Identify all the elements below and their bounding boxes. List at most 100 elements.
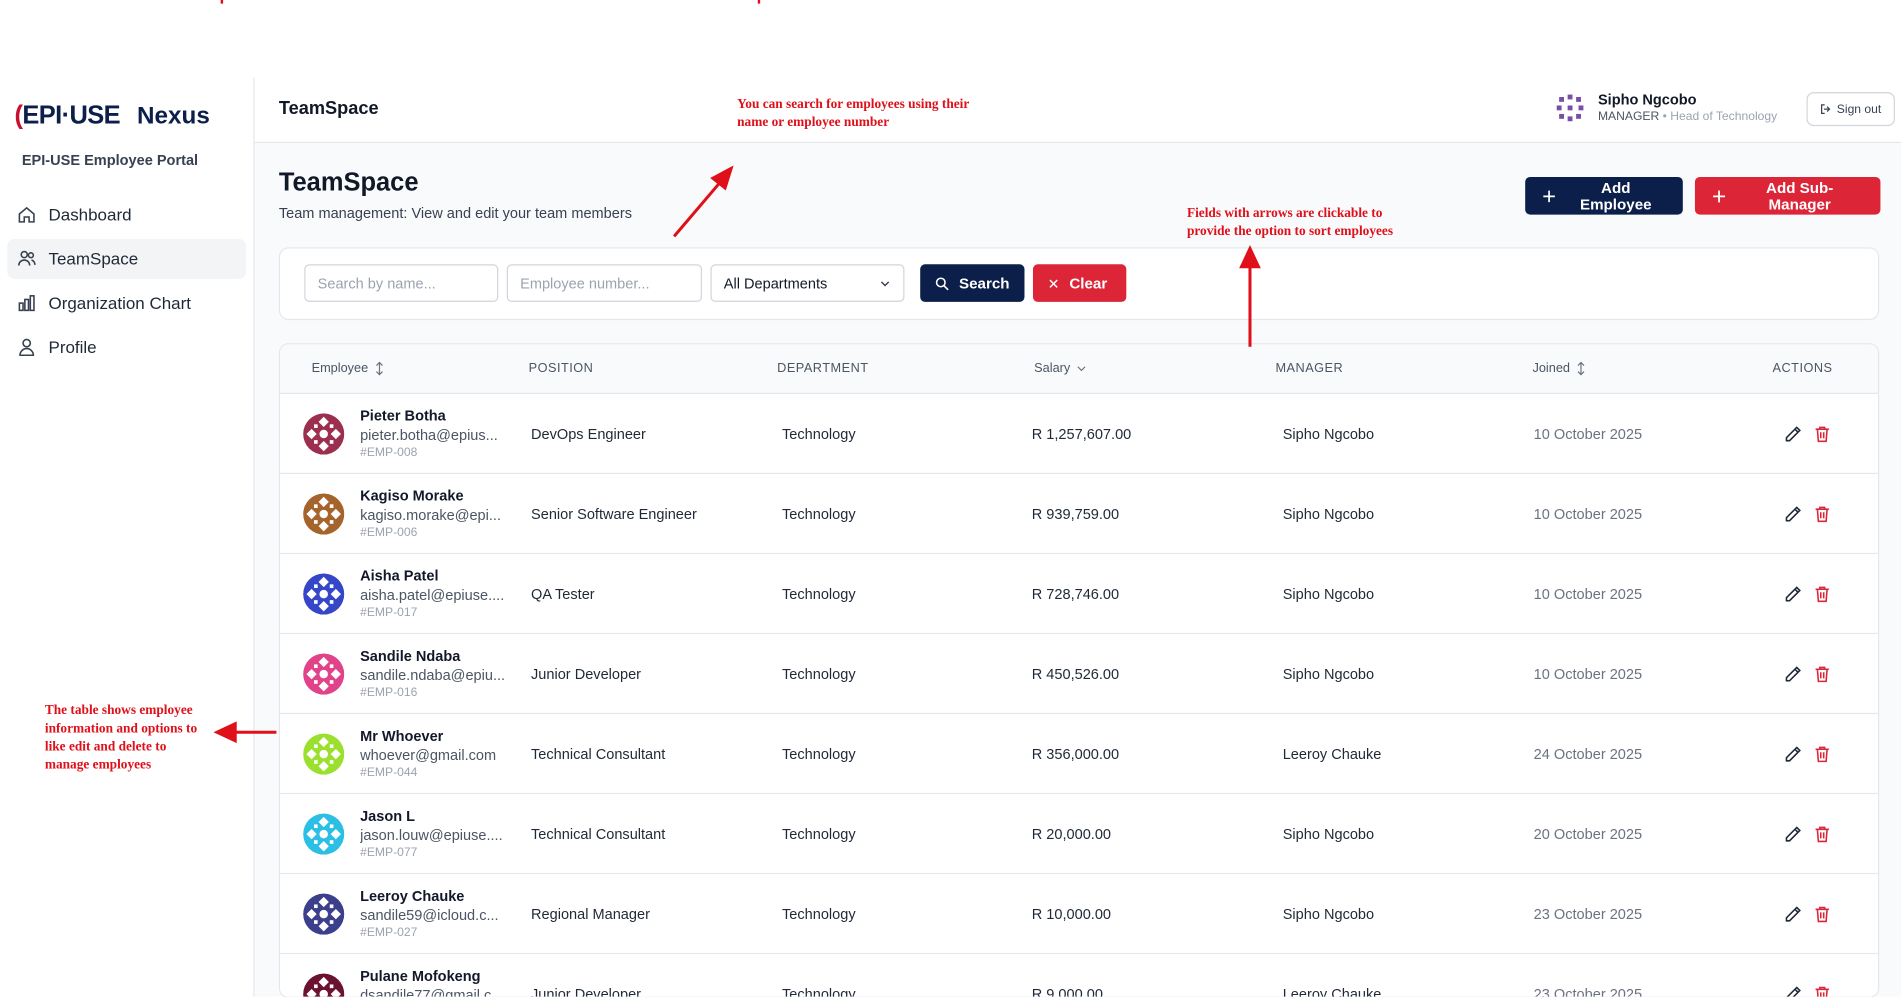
employee-department: Technology [781,825,856,843]
employee-joined: 10 October 2025 [1533,585,1643,603]
annotation-line: The table shows employee [44,703,193,718]
sort-salary-header[interactable]: Salary [1034,361,1087,376]
edit-icon[interactable] [1783,824,1802,843]
search-name-input[interactable]: Search by name... [304,264,499,302]
annotation-dot [220,0,224,4]
employee-position: Technical Consultant [531,745,666,763]
filter-bar: Search by name... Employee number... All… [278,247,1880,321]
sidebar-item-teamspace[interactable]: TeamSpace [7,238,247,279]
header-label: Joined [1532,361,1571,376]
sidebar-item-dashboard[interactable]: Dashboard [7,194,246,234]
edit-icon[interactable] [1783,584,1802,603]
sort-employee-header[interactable]: Employee [312,361,386,376]
department-select-value: All Departments [723,274,828,292]
portal-subtitle: EPI-USE Employee Portal [21,151,199,169]
employee-salary: R 9,000.00 [1031,985,1103,997]
employee-name: Pulane Mofokeng [360,967,481,985]
add-employee-button[interactable]: Add Employee [1525,177,1683,215]
employee-joined: 20 October 2025 [1533,825,1643,843]
employee-name: Jason L [360,807,416,825]
sign-out-button[interactable]: Sign out [1806,92,1895,127]
sign-out-label: Sign out [1836,102,1882,116]
employee-salary: R 10,000.00 [1031,905,1112,923]
topbar: TeamSpace Sipho Ngcobo MANAGER • Head of… [254,77,1901,144]
user-role: MANAGER [1597,110,1660,124]
department-header: DEPARTMENT [777,361,869,376]
sidebar-item-profile[interactable]: Profile [7,327,246,367]
employee-department: Technology [781,585,856,603]
table-header: Employee POSITION DEPARTMENT Salary MANA… [280,344,1879,395]
delete-icon[interactable] [1813,584,1832,603]
annotation-line: provide the option to sort employees [1186,224,1394,239]
edit-icon[interactable] [1783,904,1802,923]
department-select[interactable]: All Departments [710,264,905,302]
employee-manager: Sipho Ngcobo [1282,505,1375,523]
chevron-down-icon [1077,366,1086,372]
employee-email: aisha.patel@epiuse.... [360,586,505,604]
edit-icon[interactable] [1783,664,1802,683]
employee-position: Regional Manager [531,905,650,923]
employee-email: sandile.ndaba@epiu... [360,666,506,684]
employee-manager: Leeroy Chauke [1282,985,1382,997]
position-header: POSITION [528,361,594,376]
search-button[interactable]: Search [920,264,1025,302]
employee-manager: Leeroy Chauke [1282,745,1382,763]
employee-position: Senior Software Engineer [531,505,697,523]
delete-icon[interactable] [1813,824,1832,843]
search-annotation: You can search for employees using their… [737,96,969,132]
sidebar-item-label: Profile [48,337,97,357]
edit-icon[interactable] [1783,504,1802,523]
delete-icon[interactable] [1813,504,1832,523]
sidebar-item-label: Dashboard [48,204,132,224]
employee-number-input[interactable]: Employee number... [506,264,702,302]
employee-id: #EMP-016 [360,686,418,700]
employee-position: Junior Developer [531,665,642,683]
edit-icon[interactable] [1783,984,1802,997]
clear-label: Clear [1069,274,1108,292]
clear-button[interactable]: Clear [1032,264,1127,302]
employee-table: Employee POSITION DEPARTMENT Salary MANA… [278,343,1880,997]
employee-position: DevOps Engineer [531,425,646,443]
sidebar-item-label: TeamSpace [48,248,139,268]
sidebar-item-organization-chart[interactable]: Organization Chart [7,282,246,322]
edit-icon[interactable] [1783,424,1802,443]
employee-salary: R 356,000.00 [1031,745,1120,763]
employee-salary: R 728,746.00 [1031,585,1120,603]
user-icon [17,337,36,357]
employee-joined: 23 October 2025 [1533,985,1643,997]
employee-email: sandile59@icloud.c... [360,906,499,924]
company-logo: (EPI·USE [15,102,121,131]
employee-name: Aisha Patel [360,567,439,585]
employee-manager: Sipho Ngcobo [1282,585,1375,603]
employee-name: Mr Whoever [360,727,444,745]
edit-icon[interactable] [1783,744,1802,763]
table-row: Jason L jason.louw@epiuse.... #EMP-077 T… [280,794,1879,875]
user-info: Sipho Ngcobo MANAGER • Head of Technolog… [1554,91,1777,124]
delete-icon[interactable] [1813,664,1832,683]
employee-manager: Sipho Ngcobo [1282,665,1375,683]
page-title: TeamSpace [278,168,419,197]
add-sub-manager-button[interactable]: Add Sub-Manager [1694,177,1881,215]
table-annotation: The table shows employee information and… [45,702,197,775]
search-icon [935,276,949,290]
users-icon [17,249,36,268]
delete-icon[interactable] [1813,744,1832,763]
sort-icon [1577,361,1585,376]
employee-name: Pieter Botha [360,407,446,425]
topbar-title: TeamSpace [278,98,379,119]
employee-name: Kagiso Morake [360,487,464,505]
employee-department: Technology [781,505,856,523]
employee-id: #EMP-006 [360,526,418,540]
header-label: Salary [1034,361,1071,376]
sort-joined-header[interactable]: Joined [1532,361,1587,376]
brand[interactable]: (EPI·USE Nexus [15,102,210,131]
annotation-line: You can search for employees using their [737,96,970,112]
search-label: Search [959,274,1010,292]
delete-icon[interactable] [1813,904,1832,923]
add-sub-manager-label: Add Sub-Manager [1766,178,1834,213]
user-text: Sipho Ngcobo MANAGER • Head of Technolog… [1598,91,1777,124]
avatar [303,893,345,935]
delete-icon[interactable] [1813,424,1832,443]
plus-icon [1713,189,1726,202]
delete-icon[interactable] [1813,984,1832,997]
